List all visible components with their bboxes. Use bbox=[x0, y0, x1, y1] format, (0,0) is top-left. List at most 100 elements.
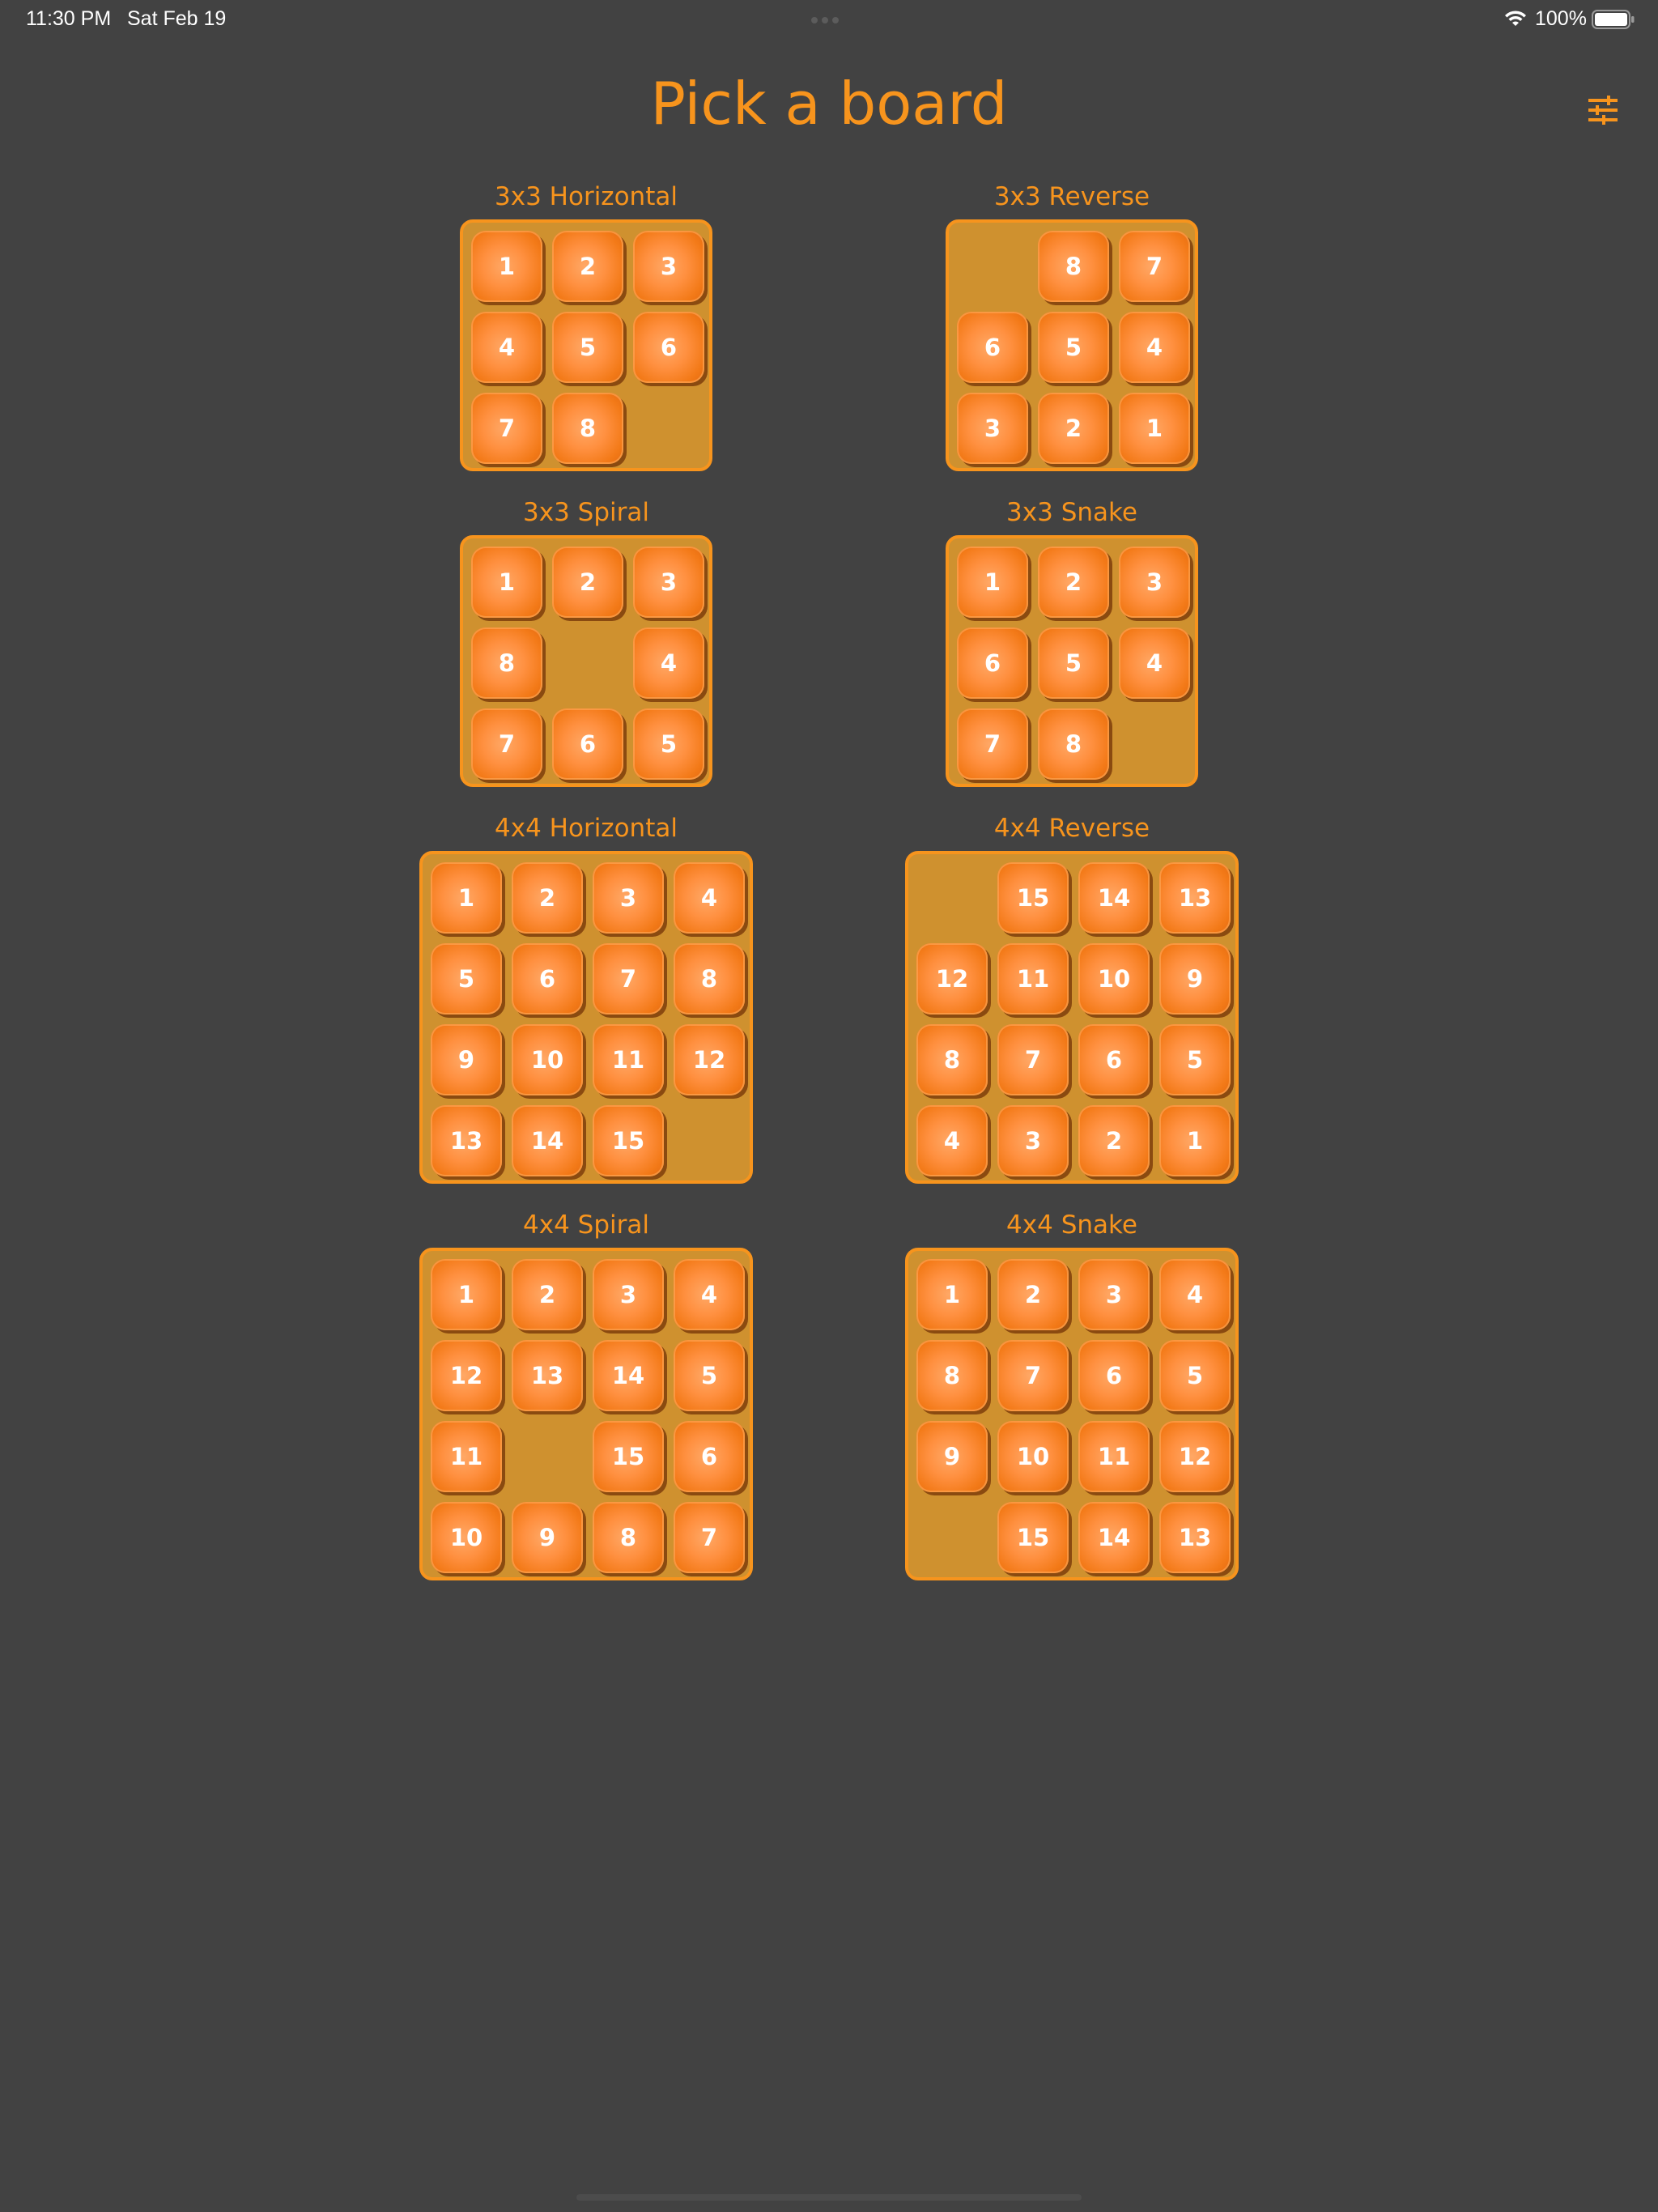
tile-2: 2 bbox=[552, 231, 623, 302]
board-label: 3x3 Spiral bbox=[523, 498, 649, 527]
tile-13: 13 bbox=[1159, 862, 1231, 934]
tile-4: 4 bbox=[674, 1259, 745, 1330]
tile-8: 8 bbox=[552, 393, 623, 464]
tile-11: 11 bbox=[593, 1024, 664, 1095]
board-frame[interactable]: 87 654 321 bbox=[946, 219, 1198, 471]
tile-5: 5 bbox=[1038, 627, 1109, 699]
tile-6: 6 bbox=[633, 312, 704, 383]
tile-7: 7 bbox=[997, 1024, 1069, 1095]
tile-2: 2 bbox=[1038, 547, 1109, 618]
tile-2: 2 bbox=[1038, 393, 1109, 464]
tile-4: 4 bbox=[633, 627, 704, 699]
board-frame[interactable]: 15 14 13 12 11 10 9 8 7 6 5 4 3 2 1 bbox=[905, 851, 1239, 1184]
tile-15: 15 bbox=[593, 1105, 664, 1176]
tile-8: 8 bbox=[1038, 231, 1109, 302]
tile-6: 6 bbox=[957, 312, 1028, 383]
sliders-icon[interactable] bbox=[1587, 94, 1619, 126]
board-frame[interactable]: 123 456 78 bbox=[460, 219, 712, 471]
tile-9: 9 bbox=[916, 1421, 988, 1492]
board-3x3-snake[interactable]: 3x3 Snake 123 654 78 bbox=[946, 498, 1198, 787]
tile-12: 12 bbox=[431, 1340, 502, 1411]
tile-6: 6 bbox=[1078, 1340, 1150, 1411]
status-date: Sat Feb 19 bbox=[127, 7, 227, 30]
board-4x4-reverse[interactable]: 4x4 Reverse 15 14 13 12 11 10 9 8 7 6 5 4 3 2 1 bbox=[905, 814, 1239, 1184]
battery-percentage: 100% bbox=[1535, 7, 1587, 30]
tile-5: 5 bbox=[674, 1340, 745, 1411]
board-label: 3x3 Reverse bbox=[993, 182, 1150, 211]
tile-6: 6 bbox=[674, 1421, 745, 1492]
tile-8: 8 bbox=[593, 1502, 664, 1573]
tile-1: 1 bbox=[431, 862, 502, 934]
tile-8: 8 bbox=[674, 943, 745, 1015]
tile-12: 12 bbox=[1159, 1421, 1231, 1492]
tile-14: 14 bbox=[593, 1340, 664, 1411]
tile-6: 6 bbox=[512, 943, 583, 1015]
status-time: 11:30 PM bbox=[26, 7, 112, 30]
tile-2: 2 bbox=[552, 547, 623, 618]
tile-3: 3 bbox=[593, 1259, 664, 1330]
tile-14: 14 bbox=[1078, 1502, 1150, 1573]
tile-6: 6 bbox=[1078, 1024, 1150, 1095]
tile-7: 7 bbox=[471, 393, 542, 464]
multitasking-dots-icon[interactable] bbox=[811, 17, 839, 23]
board-frame[interactable]: 123 654 78 bbox=[946, 535, 1198, 787]
tile-7: 7 bbox=[593, 943, 664, 1015]
tile-8: 8 bbox=[1038, 708, 1109, 780]
tile-12: 12 bbox=[674, 1024, 745, 1095]
board-frame[interactable]: 1 2 3 4 5 6 7 8 9 10 11 12 13 14 15 bbox=[419, 851, 753, 1184]
tile-7: 7 bbox=[957, 708, 1028, 780]
tile-8: 8 bbox=[916, 1340, 988, 1411]
tile-5: 5 bbox=[552, 312, 623, 383]
tile-6: 6 bbox=[957, 627, 1028, 699]
board-4x4-snake[interactable]: 4x4 Snake 1 2 3 4 8 7 6 5 9 10 11 12 15 14 13 bbox=[905, 1210, 1239, 1580]
board-label: 3x3 Snake bbox=[1006, 498, 1137, 527]
board-3x3-horizontal[interactable]: 3x3 Horizontal 123 456 78 bbox=[460, 182, 712, 471]
tile-3: 3 bbox=[593, 862, 664, 934]
tile-5: 5 bbox=[1159, 1340, 1231, 1411]
board-label: 4x4 Snake bbox=[1006, 1210, 1137, 1240]
tile-10: 10 bbox=[1078, 943, 1150, 1015]
board-3x3-reverse[interactable]: 3x3 Reverse 87 654 321 bbox=[946, 182, 1198, 471]
board-4x4-horizontal[interactable]: 4x4 Horizontal 1 2 3 4 5 6 7 8 9 10 11 12 13 14 15 bbox=[419, 814, 753, 1184]
tile-3: 3 bbox=[957, 393, 1028, 464]
tile-7: 7 bbox=[471, 708, 542, 780]
tile-4: 4 bbox=[1119, 627, 1190, 699]
board-frame[interactable]: 1 2 3 4 12 13 14 5 11 15 6 10 9 8 7 bbox=[419, 1248, 753, 1580]
status-bar: 11:30 PM Sat Feb 19 100% bbox=[0, 0, 1658, 39]
tile-1: 1 bbox=[916, 1259, 988, 1330]
tile-3: 3 bbox=[633, 231, 704, 302]
tile-10: 10 bbox=[997, 1421, 1069, 1492]
tile-9: 9 bbox=[512, 1502, 583, 1573]
tile-1: 1 bbox=[471, 231, 542, 302]
tile-3: 3 bbox=[633, 547, 704, 618]
tile-7: 7 bbox=[997, 1340, 1069, 1411]
tile-8: 8 bbox=[916, 1024, 988, 1095]
tile-13: 13 bbox=[512, 1340, 583, 1411]
tile-15: 15 bbox=[997, 862, 1069, 934]
tile-1: 1 bbox=[471, 547, 542, 618]
board-label: 4x4 Reverse bbox=[993, 814, 1150, 843]
tile-5: 5 bbox=[1038, 312, 1109, 383]
tile-4: 4 bbox=[1159, 1259, 1231, 1330]
tile-15: 15 bbox=[997, 1502, 1069, 1573]
home-indicator[interactable] bbox=[576, 2194, 1082, 2201]
tile-1: 1 bbox=[431, 1259, 502, 1330]
tile-5: 5 bbox=[1159, 1024, 1231, 1095]
page-title: Pick a board bbox=[650, 70, 1008, 138]
battery-icon bbox=[1592, 10, 1635, 29]
board-label: 3x3 Horizontal bbox=[495, 182, 678, 211]
tile-15: 15 bbox=[593, 1421, 664, 1492]
board-3x3-spiral[interactable]: 3x3 Spiral 123 8 4 765 bbox=[460, 498, 712, 787]
tile-1: 1 bbox=[957, 547, 1028, 618]
tile-9: 9 bbox=[1159, 943, 1231, 1015]
board-label: 4x4 Horizontal bbox=[495, 814, 678, 843]
board-4x4-spiral[interactable]: 4x4 Spiral 1 2 3 4 12 13 14 5 11 15 6 10 9 8 7 bbox=[419, 1210, 753, 1580]
board-frame[interactable]: 1 2 3 4 8 7 6 5 9 10 11 12 15 14 13 bbox=[905, 1248, 1239, 1580]
tile-13: 13 bbox=[431, 1105, 502, 1176]
tile-4: 4 bbox=[471, 312, 542, 383]
board-frame[interactable]: 123 8 4 765 bbox=[460, 535, 712, 787]
tile-1: 1 bbox=[1119, 393, 1190, 464]
tile-4: 4 bbox=[916, 1105, 988, 1176]
tile-4: 4 bbox=[674, 862, 745, 934]
tile-3: 3 bbox=[1078, 1259, 1150, 1330]
